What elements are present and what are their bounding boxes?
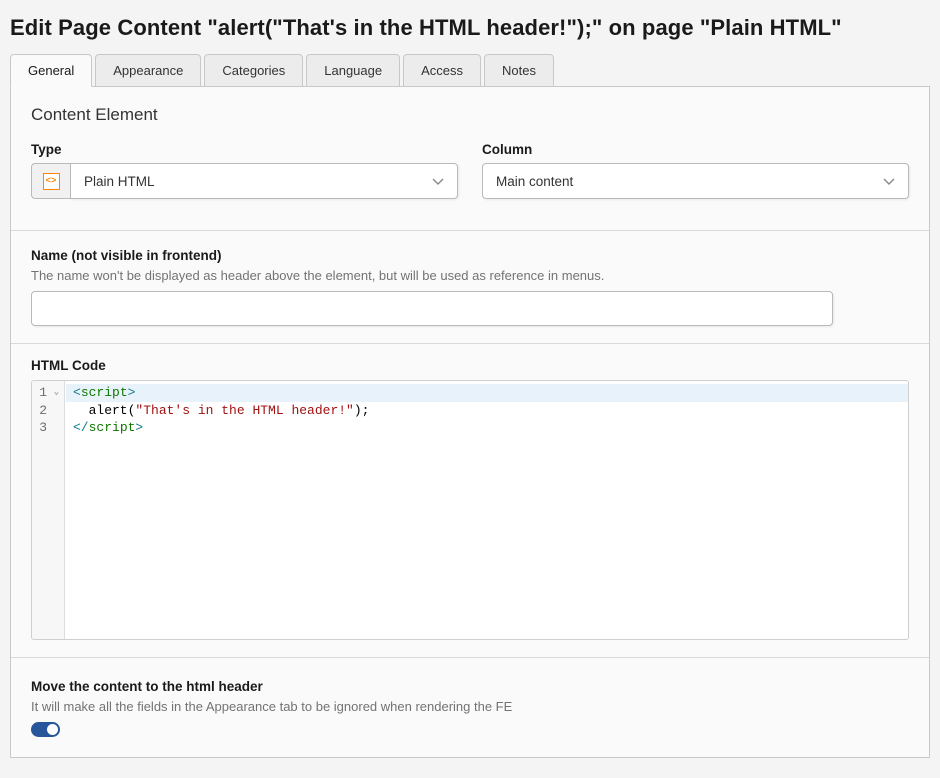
code-text: </script>	[66, 419, 908, 437]
column-label: Column	[482, 142, 909, 157]
name-input[interactable]	[31, 291, 833, 326]
fold-chevron-icon[interactable]: ⌄	[47, 384, 66, 402]
tab-notes[interactable]: Notes	[484, 54, 554, 87]
tab-language[interactable]: Language	[306, 54, 400, 87]
edit-content-form: Edit Page Content "alert("That's in the …	[0, 15, 940, 758]
code-line-3[interactable]: 3 </script>	[32, 419, 908, 437]
type-select[interactable]: Plain HTML	[70, 163, 458, 199]
tab-categories[interactable]: Categories	[204, 54, 303, 87]
code-text: alert("That's in the HTML header!");	[66, 402, 908, 420]
section-name: Name (not visible in frontend) The name …	[11, 230, 929, 343]
column-field: Column Main content	[482, 142, 909, 199]
type-label: Type	[31, 142, 458, 157]
section-html-code: HTML Code 1⌄<script>2 alert("That's in t…	[11, 343, 929, 657]
editor-lines: 1⌄<script>2 alert("That's in the HTML he…	[32, 381, 908, 437]
fold-spacer	[47, 402, 66, 420]
line-number: 1	[32, 384, 47, 402]
tab-panel-general: Content Element Type <> Plain HTML	[10, 86, 930, 758]
chevron-down-icon	[882, 177, 896, 186]
html-content-icon: <>	[43, 173, 60, 190]
tab-appearance[interactable]: Appearance	[95, 54, 201, 87]
name-help-text: The name won't be displayed as header ab…	[31, 268, 909, 283]
header-toggle[interactable]	[31, 722, 60, 737]
move-to-header-help: It will make all the fields in the Appea…	[31, 699, 909, 714]
code-line-2[interactable]: 2 alert("That's in the HTML header!");	[32, 402, 908, 420]
toggle-knob-icon	[47, 724, 58, 735]
code-text: <script>	[66, 384, 908, 402]
tab-access[interactable]: Access	[403, 54, 481, 87]
type-select-value: Plain HTML	[84, 174, 155, 189]
tab-general[interactable]: General	[10, 54, 92, 87]
line-number: 2	[32, 402, 47, 420]
form-tab-bar: GeneralAppearanceCategoriesLanguageAcces…	[10, 54, 930, 86]
type-icon-addon: <>	[31, 163, 70, 199]
section-header-toggle: Move the content to the html header It w…	[11, 657, 929, 759]
code-line-1[interactable]: 1⌄<script>	[32, 384, 908, 402]
column-select[interactable]: Main content	[482, 163, 909, 199]
type-field: Type <> Plain HTML	[31, 142, 458, 199]
html-code-label: HTML Code	[31, 358, 909, 373]
move-to-header-label: Move the content to the html header	[31, 679, 909, 694]
page-title: Edit Page Content "alert("That's in the …	[10, 15, 930, 41]
section-content-element: Content Element Type <> Plain HTML	[11, 87, 929, 230]
content-element-heading: Content Element	[31, 105, 909, 125]
line-number: 3	[32, 419, 47, 437]
name-label: Name (not visible in frontend)	[31, 248, 909, 263]
code-editor[interactable]: 1⌄<script>2 alert("That's in the HTML he…	[31, 380, 909, 640]
column-select-value: Main content	[496, 174, 573, 189]
fold-spacer	[47, 419, 66, 437]
chevron-down-icon	[431, 177, 445, 186]
